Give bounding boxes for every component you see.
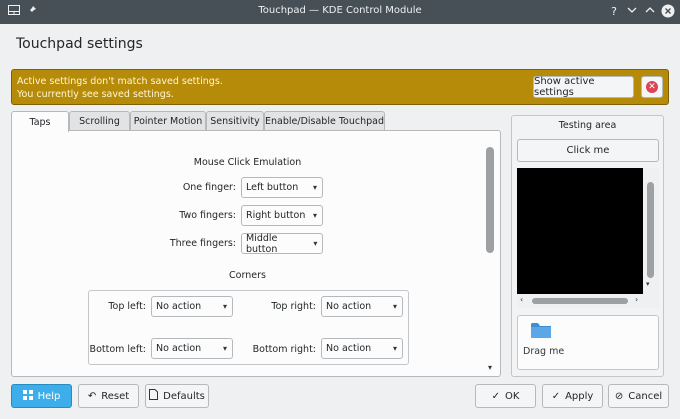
window-title: Touchpad — KDE Control Module (258, 5, 422, 16)
bottom-right-label: Bottom right: (252, 344, 316, 355)
checkmark-icon: ✓ (551, 390, 561, 402)
three-fingers-value: Middle button (246, 232, 278, 255)
chevron-down-icon: ▾ (222, 302, 227, 311)
two-fingers-value: Right button (246, 210, 306, 221)
cancel-button[interactable]: ⊘ Cancel (608, 384, 669, 408)
tab-enable-disable-touchpad[interactable]: Enable/Disable Touchpad (264, 111, 385, 131)
one-finger-label: One finger: (182, 182, 236, 193)
corners-title: Corners (229, 270, 266, 281)
top-left-select[interactable]: No action ▾ (151, 296, 233, 317)
tab-taps[interactable]: Taps (11, 111, 69, 132)
testing-canvas[interactable] (517, 168, 643, 294)
settings-scrollbar[interactable] (486, 147, 494, 360)
scroll-down-icon[interactable]: ▾ (646, 280, 650, 288)
testing-area-title: Testing area (558, 120, 617, 131)
drag-me-label: Drag me (523, 346, 565, 357)
top-right-label: Top right: (271, 301, 316, 312)
bottom-right-select[interactable]: No action ▾ (321, 338, 403, 359)
chevron-down-icon: ▾ (312, 211, 317, 220)
checkmark-icon: ✓ (491, 390, 500, 402)
close-icon: ✕ (646, 81, 658, 93)
scroll-down-icon[interactable]: ▾ (485, 363, 495, 373)
defaults-label: Defaults (163, 390, 205, 402)
three-fingers-label: Three fingers: (169, 238, 236, 249)
ok-label: OK (504, 390, 520, 402)
undo-icon: ↶ (87, 390, 97, 402)
three-fingers-select[interactable]: Middle button ▾ (241, 232, 323, 255)
maximize-icon[interactable] (642, 4, 658, 20)
cancel-label: Cancel (628, 390, 663, 402)
top-left-label: Top left: (108, 301, 146, 312)
cancel-icon: ⊘ (614, 390, 624, 402)
folder-icon (530, 321, 552, 342)
close-icon[interactable] (660, 4, 676, 20)
apply-button[interactable]: ✓ Apply (542, 384, 603, 408)
help-label: Help (37, 390, 61, 402)
banner-line-2: You currently see saved settings. (17, 89, 174, 100)
help-icon[interactable]: ? (606, 4, 622, 20)
scroll-right-icon[interactable]: › (635, 295, 638, 304)
drag-me-item[interactable]: Drag me (517, 315, 659, 370)
bottom-left-label: Bottom left: (89, 344, 146, 355)
scrollbar-handle[interactable] (486, 147, 494, 253)
one-finger-value: Left button (246, 182, 299, 193)
page-title: Touchpad settings (16, 36, 143, 52)
chevron-down-icon: ▾ (392, 302, 397, 311)
scroll-left-icon[interactable]: ‹ (520, 295, 523, 304)
bottom-right-value: No action (326, 343, 372, 354)
tab-sensitivity[interactable]: Sensitivity (206, 111, 264, 131)
help-button[interactable]: Help (11, 384, 72, 408)
top-left-value: No action (156, 301, 202, 312)
ok-button[interactable]: ✓ OK (475, 384, 536, 408)
testing-horizontal-scrollbar[interactable]: ‹ › (517, 294, 659, 308)
chevron-down-icon: ▾ (313, 239, 318, 248)
one-finger-select[interactable]: Left button ▾ (241, 177, 323, 198)
chevron-down-icon: ▾ (392, 344, 397, 353)
help-icon (22, 389, 33, 403)
testing-vertical-scrollbar[interactable]: ▾ (643, 168, 659, 294)
reset-label: Reset (101, 390, 130, 402)
dismiss-banner-button[interactable]: ✕ (641, 76, 663, 98)
top-right-select[interactable]: No action ▾ (321, 296, 403, 317)
bottom-left-value: No action (156, 343, 202, 354)
chevron-down-icon: ▾ (222, 344, 227, 353)
scrollbar-handle[interactable] (647, 182, 654, 278)
top-right-value: No action (326, 301, 372, 312)
document-icon (149, 389, 159, 403)
two-fingers-label: Two fingers: (179, 210, 236, 221)
apply-label: Apply (565, 390, 594, 402)
reset-button[interactable]: ↶ Reset (78, 384, 139, 408)
show-active-settings-button[interactable]: Show active settings (533, 76, 634, 98)
chevron-down-icon: ▾ (312, 183, 317, 192)
scrollbar-handle[interactable] (532, 298, 628, 304)
click-me-button[interactable]: Click me (517, 139, 659, 162)
banner-line-1: Active settings don't match saved settin… (17, 76, 223, 87)
defaults-button[interactable]: Defaults (145, 384, 209, 408)
tab-pointer-motion[interactable]: Pointer Motion (130, 111, 206, 131)
two-fingers-select[interactable]: Right button ▾ (241, 205, 323, 226)
minimize-icon[interactable] (624, 4, 640, 20)
window-titlebar[interactable]: Touchpad — KDE Control Module ? (0, 0, 680, 24)
mouse-click-emulation-title: Mouse Click Emulation (193, 157, 302, 168)
bottom-left-select[interactable]: No action ▾ (151, 338, 233, 359)
tab-scrolling[interactable]: Scrolling (69, 111, 130, 131)
